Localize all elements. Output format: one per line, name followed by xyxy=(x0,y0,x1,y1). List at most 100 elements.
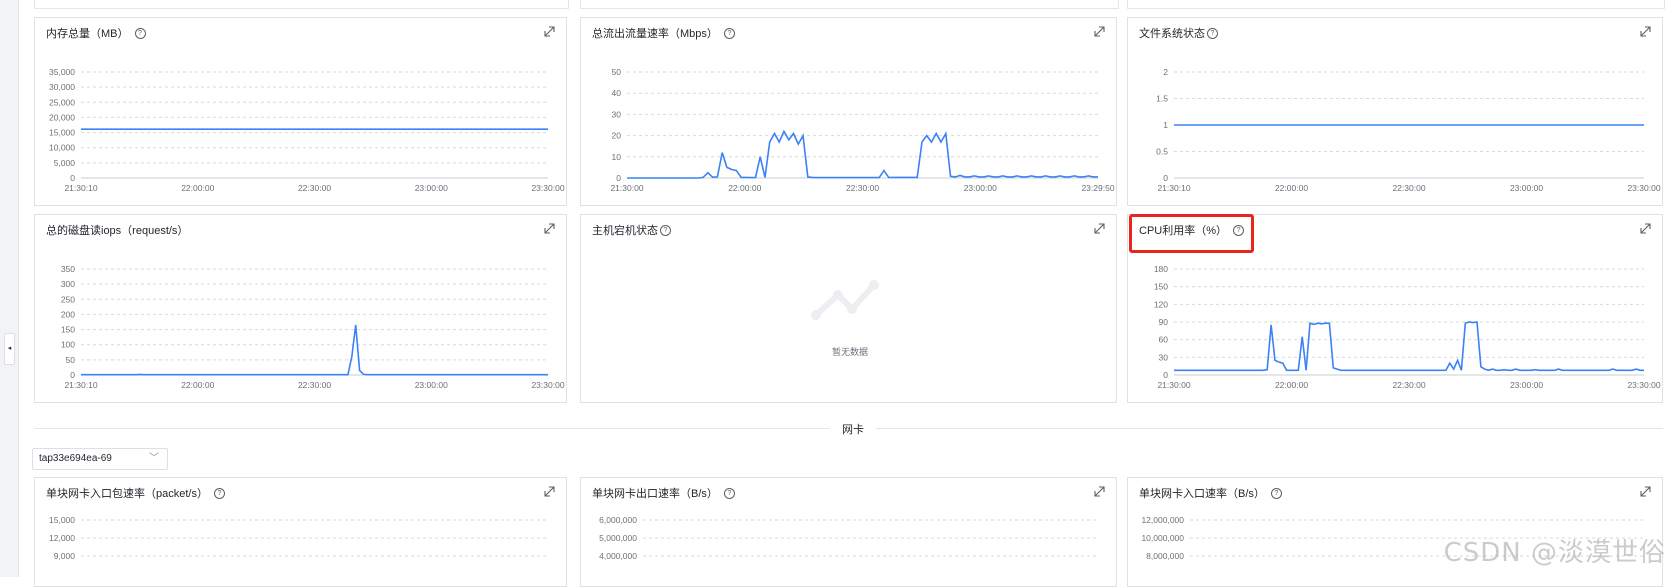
left-rail xyxy=(0,0,19,577)
y-tick-label: 0 xyxy=(616,173,621,183)
card-above-edge xyxy=(1127,0,1665,9)
y-tick-label: 1.5 xyxy=(1156,94,1168,104)
series-line xyxy=(627,129,1098,179)
y-tick-label: 10,000,000 xyxy=(1141,533,1184,543)
y-tick-label: 250 xyxy=(61,294,75,304)
card-title: 主机宕机状态 xyxy=(592,225,658,237)
y-tick-label: 10 xyxy=(612,152,622,162)
card-above-edge xyxy=(34,0,569,9)
y-tick-label: 20,000 xyxy=(49,112,75,122)
y-tick-label: 50 xyxy=(66,355,76,365)
y-tick-label: 2 xyxy=(1163,67,1168,77)
y-tick-label: 100 xyxy=(61,340,75,350)
y-tick-label: 5,000 xyxy=(54,158,76,168)
y-tick-label: 0 xyxy=(1163,173,1168,183)
watermark: CSDN @淡漠世俗 xyxy=(1443,538,1666,568)
memory-chart: 35,000 30,000 25,000 20,000 15,000 10,000 5,00… xyxy=(49,67,565,193)
y-tick-label: 6,000,000 xyxy=(599,515,637,525)
fs-status-chart: 2 1.5 1 0.5 021:30:10 22:00:00 22:30:00 23:00:0… xyxy=(1156,67,1661,193)
y-tick-label: 1 xyxy=(1163,120,1168,130)
y-tick-label: 180 xyxy=(1154,264,1168,274)
x-tick-label: 23:30:00 xyxy=(531,380,564,390)
y-tick-label: 300 xyxy=(61,279,75,289)
disk-read-iops-chart-card: 总的磁盘读iops（request/s） 350 300 250 200 150 100 5… xyxy=(34,214,567,403)
x-tick-label: 21:30:10 xyxy=(64,183,97,193)
series-line xyxy=(1174,321,1644,372)
card-above-edge xyxy=(580,0,1119,9)
y-tick-label: 25,000 xyxy=(49,97,75,107)
flow-out-chart-card: 总流出流量速率（Mbps）? 50 40 30 20 10 0 21:30:00 22:00:… xyxy=(580,17,1117,206)
x-tick-label: 22:00:00 xyxy=(181,183,214,193)
expand-icon[interactable] xyxy=(1093,222,1106,235)
x-tick-label: 23:30:00 xyxy=(531,183,564,193)
y-tick-label: 0 xyxy=(70,173,75,183)
y-tick-label: 4,000,000 xyxy=(599,551,637,561)
y-tick-label: 35,000 xyxy=(49,67,75,77)
x-tick-label: 22:30:00 xyxy=(1392,380,1425,390)
x-tick-label: 23:30:00 xyxy=(1627,380,1660,390)
x-tick-label: 22:00:00 xyxy=(181,380,214,390)
x-tick-label: 23:00:00 xyxy=(1510,183,1543,193)
memory-chart-card: 内存总量（MB）? 35,000 30,000 25,000 20,000 15,000… xyxy=(34,17,567,206)
section-label: 网卡 xyxy=(830,421,876,437)
flow-out-chart: 50 40 30 20 10 021:30:00 22:00:00 22:30:00 23:00… xyxy=(610,67,1114,193)
chevron-down-icon: ﹀ xyxy=(149,453,159,464)
empty-data-icon xyxy=(811,280,879,320)
y-tick-label: 15,000 xyxy=(49,128,75,138)
x-tick-label: 22:00:00 xyxy=(1275,380,1308,390)
y-tick-label: 350 xyxy=(61,264,75,274)
x-tick-label: 23:00:00 xyxy=(1510,380,1543,390)
y-tick-label: 12,000 xyxy=(49,533,75,543)
y-tick-label: 40 xyxy=(612,88,622,98)
x-tick-label: 23:29:50 xyxy=(1081,183,1114,193)
x-tick-label: 22:30:00 xyxy=(846,183,879,193)
y-tick-label: 12,000,000 xyxy=(1141,515,1184,525)
y-tick-label: 30,000 xyxy=(49,82,75,92)
y-tick-label: 15,000 xyxy=(49,515,75,525)
nic-out-rate-chart: 6,000,000 5,000,000 4,000,000 xyxy=(599,515,1098,561)
y-tick-label: 0 xyxy=(1163,370,1168,380)
host-status-chart-card: 主机宕机状态? 暂无数据 xyxy=(580,214,1117,403)
help-icon[interactable]: ? xyxy=(660,224,671,236)
nic-in-pkts-chart: 15,000 12,000 9,000 xyxy=(49,515,548,561)
collapse-sidebar-button[interactable]: ◂ xyxy=(4,333,15,365)
x-tick-label: 23:00:00 xyxy=(415,183,448,193)
nic-in-pkts-chart-card: 单块网卡入口包速率（packet/s）? 15,000 12,000 9,000 xyxy=(34,477,567,587)
y-tick-label: 9,000 xyxy=(54,551,76,561)
y-tick-label: 5,000,000 xyxy=(599,533,637,543)
x-tick-label: 22:00:00 xyxy=(1275,183,1308,193)
y-tick-label: 0 xyxy=(70,370,75,380)
y-tick-label: 8,000,000 xyxy=(1146,551,1184,561)
x-tick-label: 21:30:10 xyxy=(64,380,97,390)
x-tick-label: 22:30:00 xyxy=(298,183,331,193)
nic-select-value: tap33e694ea-69 xyxy=(39,453,112,464)
x-tick-label: 21:30:10 xyxy=(1157,183,1190,193)
empty-data-text: 暂无数据 xyxy=(832,347,869,357)
y-tick-label: 20 xyxy=(612,131,622,141)
x-tick-label: 23:30:00 xyxy=(1627,183,1660,193)
nic-out-rate-chart-card: 单块网卡出口速率（B/s）? 6,000,000 5,000,000 4,000,0… xyxy=(580,477,1117,587)
x-tick-label: 22:30:00 xyxy=(1392,183,1425,193)
y-tick-label: 150 xyxy=(1154,282,1168,292)
y-tick-label: 0.5 xyxy=(1156,147,1168,157)
series-line xyxy=(81,324,548,376)
x-tick-label: 23:00:00 xyxy=(964,183,997,193)
y-tick-label: 90 xyxy=(1159,317,1169,327)
y-tick-label: 10,000 xyxy=(49,143,75,153)
disk-read-iops-chart: 350 300 250 200 150 100 50 021:30:10 22:00:00 22:… xyxy=(61,264,565,390)
nic-select[interactable]: tap33e694ea-69 ﹀ xyxy=(32,448,168,470)
y-tick-label: 60 xyxy=(1159,335,1169,345)
x-tick-label: 22:30:00 xyxy=(298,380,331,390)
x-tick-label: 23:00:00 xyxy=(415,380,448,390)
fs-status-chart-card: 文件系统状态? 2 1.5 1 0.5 0 21:30:10 22:00:00 22:30:0… xyxy=(1127,17,1663,206)
x-tick-label: 22:00:00 xyxy=(728,183,761,193)
y-tick-label: 30 xyxy=(1159,352,1169,362)
highlight-box xyxy=(1129,214,1254,253)
y-tick-label: 30 xyxy=(612,109,622,119)
y-tick-label: 200 xyxy=(61,309,75,319)
y-tick-label: 150 xyxy=(61,325,75,335)
y-tick-label: 50 xyxy=(612,67,622,77)
y-tick-label: 120 xyxy=(1154,299,1168,309)
x-tick-label: 21:30:00 xyxy=(1157,380,1190,390)
x-tick-label: 21:30:00 xyxy=(610,183,643,193)
